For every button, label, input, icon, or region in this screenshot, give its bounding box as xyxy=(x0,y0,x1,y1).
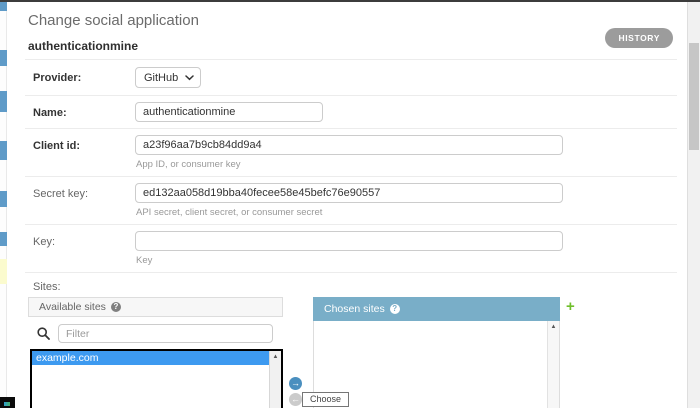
available-sites-filter-bar xyxy=(28,317,283,349)
secret-key-help-text: API secret, client secret, or consumer s… xyxy=(136,207,323,218)
available-sites-header-label: Available sites xyxy=(39,301,106,313)
left-strip-segment xyxy=(0,259,7,284)
filter-input[interactable] xyxy=(58,324,273,343)
arrow-right-icon: → xyxy=(291,378,300,388)
main-content: Change social application HISTORY authen… xyxy=(25,2,677,408)
page-title: Change social application xyxy=(28,12,199,29)
scroll-up-icon[interactable]: ▲ xyxy=(270,351,281,363)
object-name-heading: authenticationmine xyxy=(28,39,139,53)
secret-key-field-row: Secret key: API secret, client secret, o… xyxy=(25,177,677,225)
left-strip-segment xyxy=(0,91,7,112)
key-field-row: Key: Key xyxy=(25,225,677,273)
change-social-application-page: Change social application HISTORY authen… xyxy=(0,0,700,408)
choose-tooltip: Choose xyxy=(302,392,350,407)
client-id-label: Client id: xyxy=(33,140,81,152)
remove-button[interactable]: ← xyxy=(289,393,302,406)
chosen-sites-list[interactable]: ▲ xyxy=(313,321,560,408)
provider-label: Provider: xyxy=(33,72,82,84)
help-icon[interactable]: ? xyxy=(110,302,121,312)
social-application-form: Provider: GitHub Name: Client id: xyxy=(25,59,677,408)
key-label: Key: xyxy=(33,236,56,248)
history-button[interactable]: HISTORY xyxy=(605,28,673,48)
secret-key-label: Secret key: xyxy=(33,188,89,200)
available-sites-box: Available sites ? example.com ▲ xyxy=(28,297,283,408)
key-input[interactable] xyxy=(135,231,563,251)
chevron-down-icon xyxy=(185,74,194,80)
arrow-left-icon: ← xyxy=(291,394,300,404)
client-id-input[interactable] xyxy=(135,135,563,155)
window-top-edge xyxy=(0,0,700,2)
chosen-list-scrollbar[interactable]: ▲ xyxy=(547,321,559,408)
available-sites-list[interactable]: example.com ▲ xyxy=(30,349,283,408)
client-id-help-text: App ID, or consumer key xyxy=(136,159,241,170)
chosen-sites-header-label: Chosen sites xyxy=(324,303,385,315)
left-strip-segment xyxy=(0,50,7,66)
sites-field-row: Sites: Available sites ? example.com xyxy=(25,273,677,408)
left-strip-segment xyxy=(0,232,7,246)
scroll-up-icon[interactable]: ▲ xyxy=(548,321,559,333)
page-scrollbar[interactable] xyxy=(687,2,700,408)
left-strip-segment xyxy=(0,141,7,160)
add-site-icon[interactable]: + xyxy=(566,299,575,314)
chosen-sites-box: Chosen sites ? ▲ xyxy=(313,297,560,408)
name-input[interactable] xyxy=(135,102,323,122)
search-icon xyxy=(37,327,50,340)
key-help-text: Key xyxy=(136,255,153,266)
left-strip-segment xyxy=(0,2,7,11)
sites-selector-widget: Available sites ? example.com ▲ xyxy=(28,297,677,408)
available-list-scrollbar[interactable]: ▲ xyxy=(269,351,281,408)
list-item[interactable]: example.com xyxy=(32,351,269,365)
choose-button[interactable]: → xyxy=(289,377,302,390)
bottom-left-window-fragment xyxy=(0,397,15,408)
left-strip-segment xyxy=(0,191,7,207)
provider-select-value: GitHub xyxy=(144,71,179,84)
provider-select[interactable]: GitHub xyxy=(135,67,202,88)
secret-key-input[interactable] xyxy=(135,183,563,203)
provider-field-row: Provider: GitHub xyxy=(25,60,677,96)
left-edge-strip xyxy=(0,2,7,408)
available-sites-header: Available sites ? xyxy=(28,297,283,317)
name-label: Name: xyxy=(33,107,67,119)
client-id-field-row: Client id: App ID, or consumer key xyxy=(25,129,677,177)
help-icon[interactable]: ? xyxy=(389,304,400,314)
chosen-sites-header: Chosen sites ? xyxy=(313,297,560,321)
sites-label: Sites: xyxy=(33,281,61,293)
name-field-row: Name: xyxy=(25,96,677,129)
page-scrollbar-thumb[interactable] xyxy=(689,43,699,150)
